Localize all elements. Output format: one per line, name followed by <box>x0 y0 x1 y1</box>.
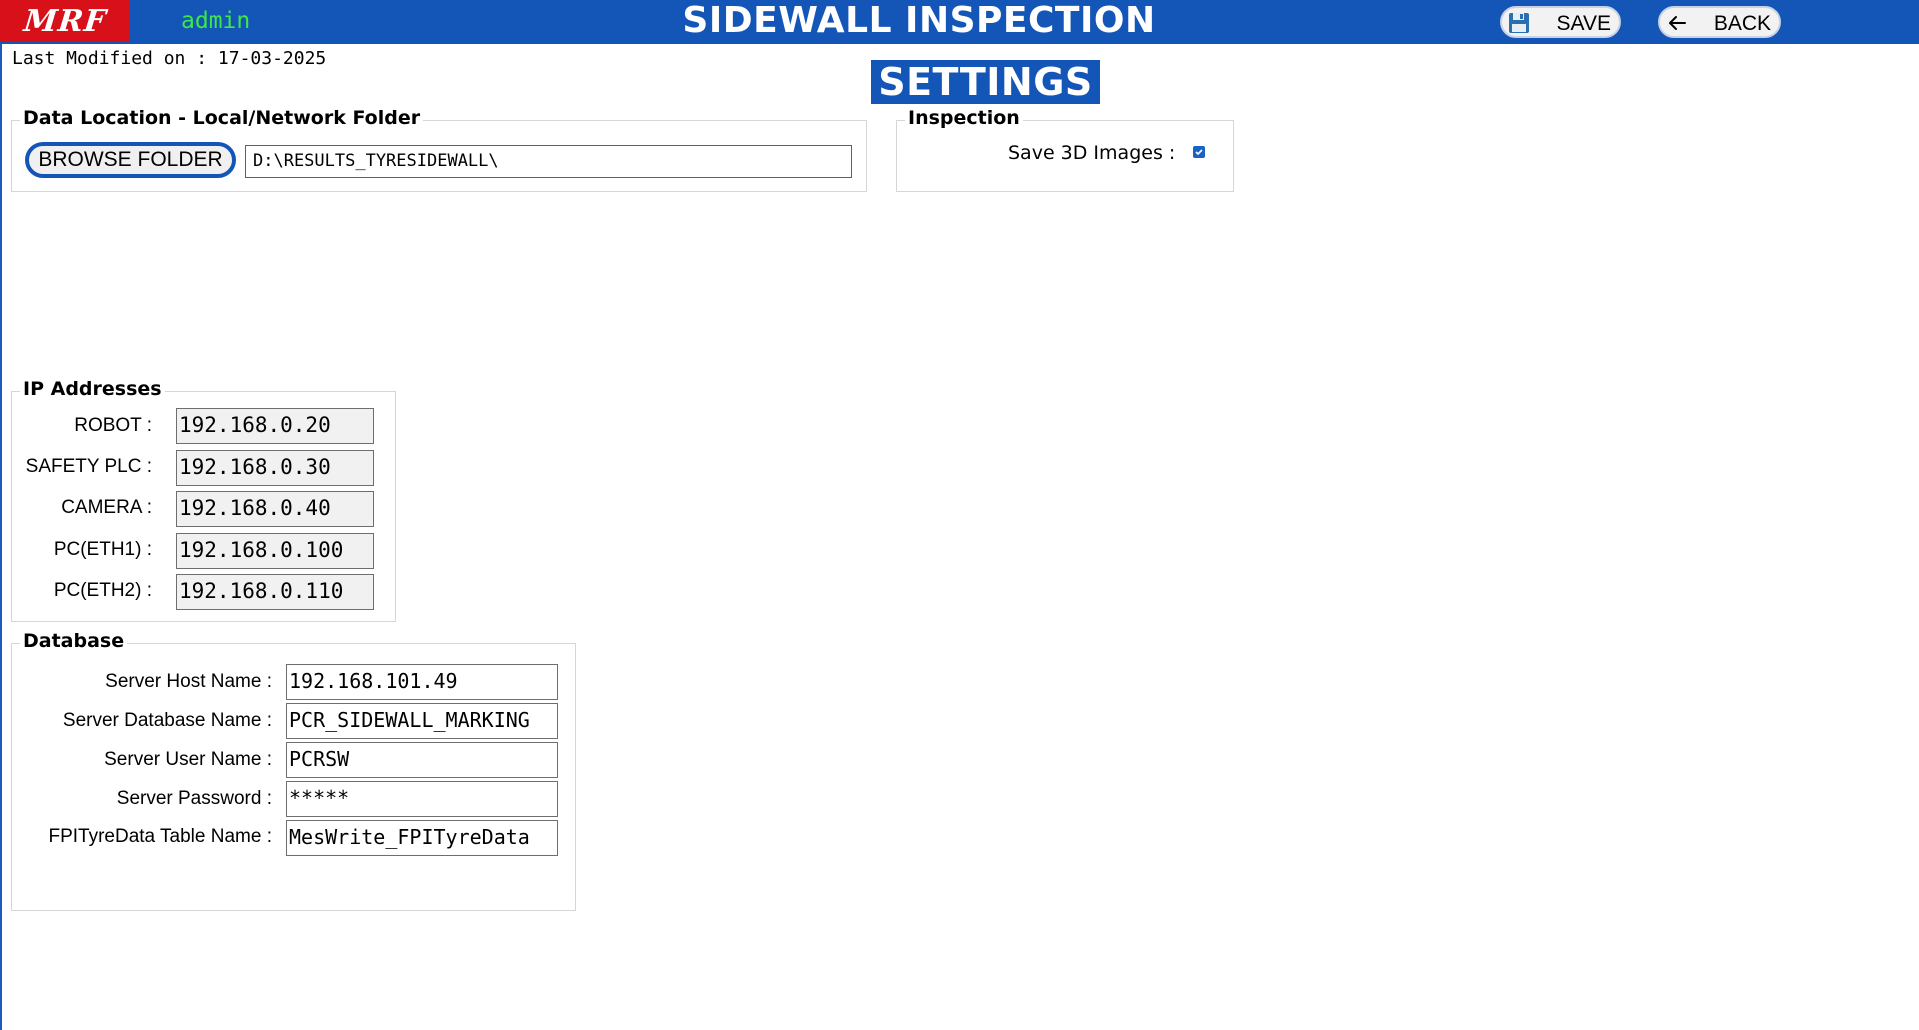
last-modified: Last Modified on : 17-03-2025 <box>12 48 327 69</box>
save-3d-images-checkbox[interactable] <box>1193 146 1205 158</box>
server-password-field[interactable]: ***** <box>286 781 558 817</box>
robot-ip-field[interactable]: 192.168.0.20 <box>176 408 374 444</box>
pc-eth2-ip-field[interactable]: 192.168.0.110 <box>176 574 374 610</box>
arrow-left-icon <box>1665 11 1689 35</box>
robot-ip-label: ROBOT : <box>74 415 152 436</box>
floppy-disk-icon <box>1507 11 1531 35</box>
data-location-title: Data Location - Local/Network Folder <box>20 107 424 129</box>
inspection-title: Inspection <box>905 107 1023 129</box>
pc-eth1-ip-label: PC(ETH1) : <box>53 539 152 560</box>
safety-plc-ip-field[interactable]: 192.168.0.30 <box>176 450 374 486</box>
save-3d-images-label: Save 3D Images : <box>1008 142 1176 164</box>
camera-ip-field[interactable]: 192.168.0.40 <box>176 491 374 527</box>
server-host-name-field[interactable]: 192.168.101.49 <box>286 664 558 700</box>
camera-ip-label: CAMERA : <box>61 497 152 518</box>
title-bar: MRF admin SIDEWALL INSPECTION SAVE BACK <box>0 0 1919 44</box>
ip-addresses-title: IP Addresses <box>20 378 165 400</box>
database-title: Database <box>20 630 128 652</box>
safety-plc-ip-label: SAFETY PLC : <box>25 456 152 477</box>
server-database-name-label: Server Database Name : <box>62 710 272 731</box>
pc-eth1-ip-field[interactable]: 192.168.0.100 <box>176 533 374 569</box>
server-password-label: Server Password : <box>116 788 272 809</box>
save-button[interactable]: SAVE <box>1500 6 1621 38</box>
server-user-name-label: Server User Name : <box>104 749 272 770</box>
page-title: SETTINGS <box>871 60 1100 104</box>
back-button[interactable]: BACK <box>1658 6 1781 38</box>
server-host-name-label: Server Host Name : <box>105 671 272 692</box>
data-path-field[interactable]: D:\RESULTS_TYRESIDEWALL\ <box>245 145 852 178</box>
left-border <box>0 44 2 1030</box>
pc-eth2-ip-label: PC(ETH2) : <box>53 580 152 601</box>
back-label: BACK <box>1713 12 1771 35</box>
save-label: SAVE <box>1556 12 1611 35</box>
fpityredata-table-name-label: FPITyreData Table Name : <box>48 826 272 847</box>
fpityredata-table-name-field[interactable]: MesWrite_FPITyreData <box>286 820 558 856</box>
server-user-name-field[interactable]: PCRSW <box>286 742 558 778</box>
server-database-name-field[interactable]: PCR_SIDEWALL_MARKING <box>286 703 558 739</box>
browse-folder-button[interactable]: BROWSE FOLDER <box>25 142 236 178</box>
